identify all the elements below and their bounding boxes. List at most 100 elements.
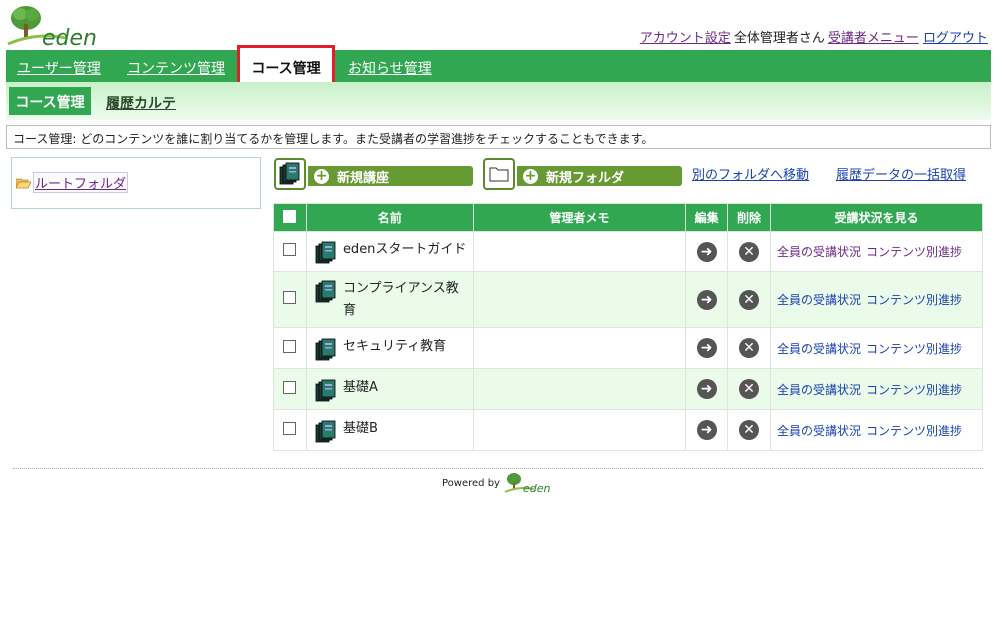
course-name[interactable]: edenスタートガイド [343,239,467,261]
table-row: 基礎B ➜ ✕ 全員の受講状況 コンテンツ別進捗 [273,409,983,451]
row-select-cell [273,409,307,451]
folder-tree: ルートフォルダ [11,157,261,209]
content-progress-link[interactable]: コンテンツ別進捗 [866,342,962,356]
row-checkbox[interactable] [283,291,297,304]
delete-cell: ✕ [727,409,771,451]
edit-cell: ➜ [685,231,729,272]
arrow-right-icon[interactable]: ➜ [696,420,717,440]
close-icon[interactable]: ✕ [739,289,760,310]
content-progress-link[interactable]: コンテンツ別進捗 [866,424,962,438]
move-folder-link[interactable]: 別のフォルダへ移動 [692,164,809,183]
all-status-link[interactable]: 全員の受講状況 [777,342,861,356]
folder-icon [483,158,515,190]
course-name[interactable]: コンプライアンス教育 [343,278,469,322]
table-header-row: 名前 管理者メモ 編集 削除 受講状況を見る [273,203,983,232]
new-folder-button[interactable]: + 新規フォルダ [517,166,682,186]
book-stack-icon [274,158,306,190]
edit-cell: ➜ [685,327,729,369]
close-icon[interactable]: ✕ [739,420,760,440]
svg-text:eden: eden [523,482,551,494]
admin-memo-cell [472,327,687,369]
course-name-cell: 基礎B [305,409,474,451]
main-nav: ユーザー管理 コンテンツ管理 コース管理 お知らせ管理 [6,50,991,82]
course-name-cell: edenスタートガイド [305,231,474,272]
delete-cell: ✕ [727,271,771,328]
course-name[interactable]: セキュリティ教育 [343,336,446,358]
all-status-link[interactable]: 全員の受講状況 [777,245,861,259]
subnav-course-management[interactable]: コース管理 [9,87,91,115]
highlight-box [237,45,335,87]
nav-user-management[interactable]: ユーザー管理 [17,58,101,78]
content-progress-link[interactable]: コンテンツ別進捗 [866,293,962,307]
arrow-right-icon[interactable]: ➜ [696,241,717,262]
course-name-cell: セキュリティ教育 [305,327,474,369]
nav-content-management[interactable]: コンテンツ管理 [127,58,225,78]
close-icon[interactable]: ✕ [739,379,760,399]
admin-memo-cell [472,231,687,272]
status-links-cell: 全員の受講状況 コンテンツ別進捗 [770,368,983,410]
course-book-icon [315,338,336,360]
learner-menu-link[interactable]: 受講者メニュー [828,31,919,46]
table-row: edenスタートガイド ➜ ✕ 全員の受講状況 コンテンツ別進捗 [273,231,983,272]
plus-icon: + [314,167,329,184]
row-select-cell [273,327,307,369]
all-status-link[interactable]: 全員の受講状況 [777,383,861,397]
content-progress-link[interactable]: コンテンツ別進捗 [866,383,962,397]
col-delete: 削除 [727,203,771,232]
arrow-right-icon[interactable]: ➜ [696,289,717,310]
user-name: 全体管理者さん [733,31,825,46]
course-name-cell: コンプライアンス教育 [305,271,474,328]
root-folder-link[interactable]: ルートフォルダ [33,172,129,193]
select-all-cell [273,203,307,232]
edit-cell: ➜ [685,409,729,451]
tree-root: ルートフォルダ [16,172,129,193]
footer-divider [13,468,983,469]
status-links-cell: 全員の受講状況 コンテンツ別進捗 [770,231,983,272]
new-course-button[interactable]: + 新規講座 [308,166,473,186]
account-settings-link[interactable]: アカウント設定 [640,31,731,46]
all-status-link[interactable]: 全員の受講状況 [777,293,861,307]
row-select-cell [273,271,307,328]
col-memo: 管理者メモ [472,203,687,232]
arrow-right-icon[interactable]: ➜ [696,379,717,399]
open-folder-icon [16,178,31,188]
row-checkbox[interactable] [283,380,297,394]
admin-memo-cell [472,368,687,410]
delete-cell: ✕ [727,368,771,410]
table-row: 基礎A ➜ ✕ 全員の受講状況 コンテンツ別進捗 [273,368,983,410]
status-links-cell: 全員の受講状況 コンテンツ別進捗 [770,271,983,328]
delete-cell: ✕ [727,231,771,272]
col-edit: 編集 [685,203,729,232]
eden-logo[interactable]: eden [6,4,102,48]
powered-by: Powered by eden [442,472,552,494]
delete-cell: ✕ [727,327,771,369]
subnav-history-karte[interactable]: 履歴カルテ [106,93,176,113]
edit-cell: ➜ [685,271,729,328]
row-select-cell [273,368,307,410]
admin-memo-cell [472,409,687,451]
sub-nav: コース管理 履歴カルテ [6,82,991,120]
top-links: アカウント設定 全体管理者さん 受講者メニュー ログアウト [640,27,988,46]
close-icon[interactable]: ✕ [739,338,760,358]
course-book-icon [315,420,336,442]
all-status-link[interactable]: 全員の受講状況 [777,424,861,438]
edit-cell: ➜ [685,368,729,410]
plus-icon: + [523,167,538,184]
logout-link[interactable]: ログアウト [923,31,988,46]
nav-notice-management[interactable]: お知らせ管理 [348,58,432,78]
eden-footer-logo[interactable]: eden [504,472,552,494]
course-book-icon [315,241,336,264]
course-name[interactable]: 基礎A [343,377,378,399]
content-progress-link[interactable]: コンテンツ別進捗 [866,245,962,259]
col-status: 受講状況を見る [770,203,983,232]
row-checkbox[interactable] [283,339,297,353]
course-name[interactable]: 基礎B [343,418,378,440]
row-checkbox[interactable] [283,243,297,256]
row-checkbox[interactable] [283,421,297,435]
arrow-right-icon[interactable]: ➜ [696,338,717,358]
close-icon[interactable]: ✕ [739,241,760,262]
status-links-cell: 全員の受講状況 コンテンツ別進捗 [770,409,983,451]
select-all-checkbox[interactable] [283,209,297,223]
admin-memo-cell [472,271,687,328]
bulk-history-link[interactable]: 履歴データの一括取得 [836,164,966,183]
